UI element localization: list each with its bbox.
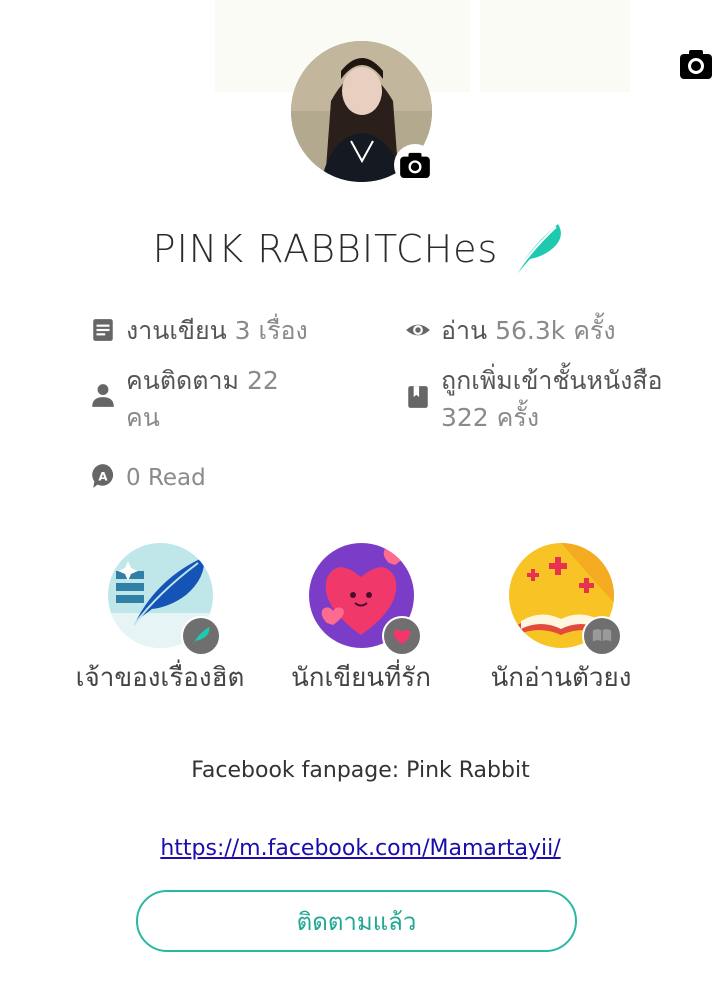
person-icon — [92, 384, 114, 407]
stat-works: งานเขียน 3 เรื่อง — [90, 312, 380, 349]
facebook-link[interactable]: https://m.facebook.com/Mamartayii/ — [160, 836, 560, 861]
book-icon — [93, 319, 113, 341]
svg-text:A: A — [98, 469, 108, 483]
feather-badge-icon — [180, 616, 221, 656]
badge-label: เจ้าของเรื่องฮิต — [75, 663, 245, 693]
bio-text: Facebook fanpage: Pink Rabbit — [191, 758, 530, 783]
badge-label: นักเขียนที่รัก — [290, 663, 432, 693]
heart-badge-icon — [381, 616, 422, 656]
profile-name: PINK RABBITCHes — [152, 227, 499, 271]
badge-beloved-writer[interactable]: นักเขียนที่รัก — [261, 543, 461, 696]
feather-icon — [513, 224, 562, 278]
badge-avid-reader[interactable]: นักอ่านตัวยง — [461, 543, 661, 696]
badge-label: นักอ่านตัวยง — [490, 663, 632, 693]
stat-bookshelf: ถูกเพิ่มเข้าชั้นหนังสือ 322 ครั้ง — [405, 362, 705, 436]
badge-hit-story-owner[interactable]: เจ้าของเรื่องฮิต — [60, 543, 260, 696]
bookmark-book-icon — [408, 386, 428, 408]
cover-image-right — [480, 0, 630, 92]
eye-icon — [406, 324, 430, 336]
stat-reads: อ่าน 56.3k ครั้ง — [405, 312, 705, 349]
bio-link-wrap: https://m.facebook.com/Mamartayii/ — [0, 836, 721, 861]
book-badge-icon — [581, 616, 622, 656]
follow-button[interactable]: ติดตามแล้ว — [136, 890, 577, 952]
stat-followers[interactable]: คนติดตาม 22 คน — [90, 362, 320, 436]
stat-read-count: A 0 Read — [90, 458, 340, 497]
profile-name-row: PINK RABBITCHes — [0, 218, 721, 280]
avatar-camera-icon[interactable] — [394, 144, 436, 186]
chat-a-icon: A — [92, 464, 114, 488]
cover-camera-icon[interactable] — [680, 49, 712, 79]
